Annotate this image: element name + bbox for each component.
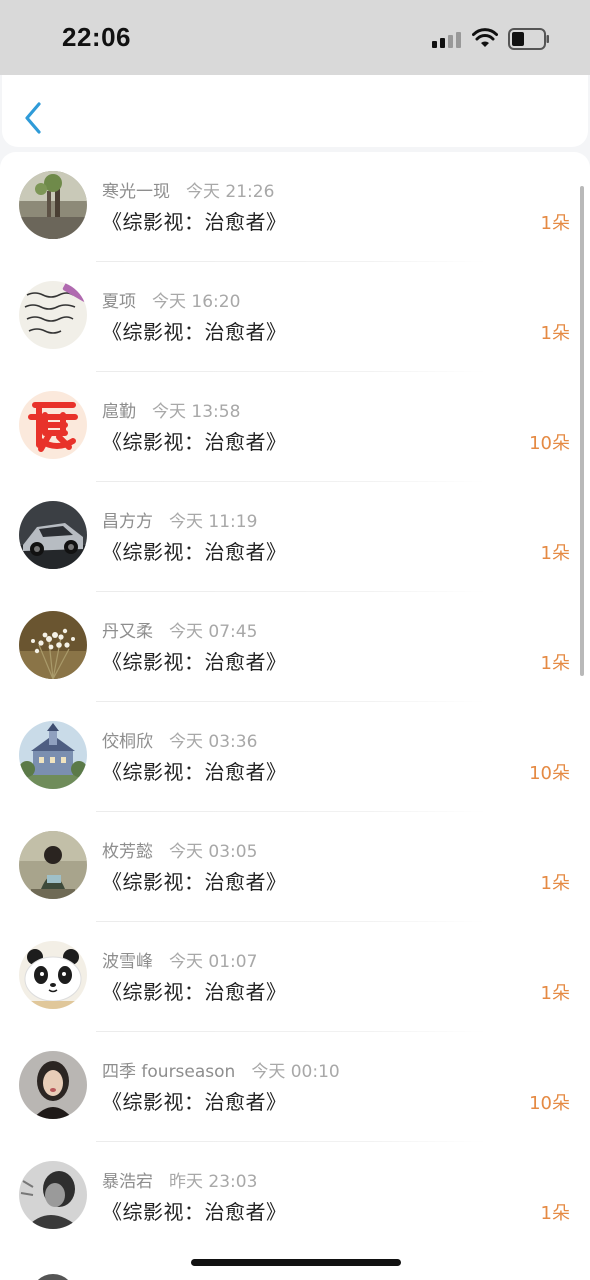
- book-title: 《综影视：治愈者》: [102, 650, 287, 674]
- castle-image: [19, 721, 87, 789]
- list-item[interactable]: 枚芳懿 今天 03:05 《综影视：治愈者》 1朵: [0, 812, 590, 922]
- message-meta: 枚芳懿 今天 03:05: [102, 837, 257, 862]
- list-item[interactable]: 佼桐欣 今天 03:36 《综影视：治愈者》 10朵: [0, 702, 590, 812]
- book-title: 《综影视：治愈者》: [102, 760, 287, 784]
- avatar: [19, 611, 87, 679]
- username: 四季 fourseason: [102, 1062, 236, 1082]
- message-meta: 佼桐欣 今天 03:36: [102, 727, 257, 752]
- message-meta: 夏项 今天 16:20: [102, 287, 240, 312]
- book-title: 《综影视：治愈者》: [102, 430, 287, 454]
- flower-count: 10朵: [529, 433, 570, 454]
- flower-count: 1朵: [540, 873, 570, 894]
- book-title: 《综影视：治愈者》: [102, 1090, 287, 1114]
- book-title: 《综影视：治愈者》: [102, 980, 287, 1004]
- panda-plush-image: [19, 941, 87, 1009]
- woman-portrait-image: [19, 1051, 87, 1119]
- avatar: [19, 1161, 87, 1229]
- username: 丹又柔: [102, 622, 153, 642]
- message-meta: 寒光一现 今天 21:26: [102, 177, 274, 202]
- timestamp: 今天 13:58: [152, 402, 241, 422]
- nav-header: [2, 75, 588, 147]
- list-item[interactable]: 波雪峰 今天 01:07 《综影视：治愈者》 1朵: [0, 922, 590, 1032]
- message-meta: 四季 fourseason 今天 00:10: [102, 1057, 340, 1082]
- avatar: [19, 501, 87, 569]
- timestamp: 今天 07:45: [169, 622, 258, 642]
- timestamp: 昨天 23:03: [169, 1172, 258, 1192]
- username: 波雪峰: [102, 952, 153, 972]
- username: 扈勤: [102, 402, 136, 422]
- bw-portrait-image: [19, 1161, 87, 1229]
- status-time: 22:06: [62, 22, 131, 52]
- book-title: 《综影视：治愈者》: [102, 870, 287, 894]
- message-meta: 昌方方 今天 11:19: [102, 507, 257, 532]
- message-meta: 波雪峰 今天 01:07: [102, 947, 257, 972]
- battery-icon: [508, 28, 549, 50]
- username: 夏项: [102, 292, 136, 312]
- home-indicator[interactable]: [191, 1259, 401, 1266]
- avatar: [19, 831, 87, 899]
- avatar: [31, 1274, 75, 1280]
- book-title: 《综影视：治愈者》: [102, 320, 287, 344]
- timestamp: 今天 03:36: [169, 732, 258, 752]
- username: 寒光一现: [102, 182, 170, 202]
- message-meta: 丹又柔 今天 07:45: [102, 617, 257, 642]
- handwriting-note-image: [19, 281, 87, 349]
- tree-photo-image: [19, 171, 87, 239]
- book-title: 《综影视：治愈者》: [102, 210, 287, 234]
- flower-count: 1朵: [540, 323, 570, 344]
- scrollbar[interactable]: [580, 186, 584, 676]
- list-item[interactable]: 暴浩宕 昨天 23:03 《综影视：治愈者》 1朵: [0, 1142, 590, 1252]
- flower-count: 1朵: [540, 543, 570, 564]
- username: 枚芳懿: [102, 842, 153, 862]
- book-title: 《综影视：治愈者》: [102, 1200, 287, 1224]
- avatar: [19, 1051, 87, 1119]
- flower-count: 1朵: [540, 653, 570, 674]
- username: 佼桐欣: [102, 732, 153, 752]
- flower-count: 1朵: [540, 1203, 570, 1224]
- list-item[interactable]: 丹又柔 今天 07:45 《综影视：治愈者》 1朵: [0, 592, 590, 702]
- wifi-icon: [472, 28, 498, 47]
- list-item[interactable]: 四季 fourseason 今天 00:10 《综影视：治愈者》 10朵: [0, 1032, 590, 1142]
- flower-count: 1朵: [540, 213, 570, 234]
- status-bar: 22:06: [0, 0, 590, 75]
- avatar: [19, 941, 87, 1009]
- list-item[interactable]: 扈勤 今天 13:58 《综影视：治愈者》 10朵: [0, 372, 590, 482]
- book-title: 《综影视：治愈者》: [102, 540, 287, 564]
- sports-car-image: [19, 501, 87, 569]
- white-flowers-image: [19, 611, 87, 679]
- list-item[interactable]: 昌方方 今天 11:19 《综影视：治愈者》 1朵: [0, 482, 590, 592]
- girl-reading-image: [19, 831, 87, 899]
- message-meta: 暴浩宕 昨天 23:03: [102, 1167, 257, 1192]
- flower-count: 1朵: [540, 983, 570, 1004]
- timestamp: 今天 16:20: [152, 292, 241, 312]
- timestamp: 今天 03:05: [169, 842, 258, 862]
- cellular-signal-icon: [432, 32, 461, 48]
- avatar: [19, 391, 87, 459]
- flower-count: 10朵: [529, 1093, 570, 1114]
- avatar: [19, 171, 87, 239]
- gift-list: 寒光一现 今天 21:26 《综影视：治愈者》 1朵 夏项 今天 16:20 《综影…: [0, 152, 590, 1280]
- flower-count: 10朵: [529, 763, 570, 784]
- message-meta: 扈勤 今天 13:58: [102, 397, 240, 422]
- username: 昌方方: [102, 512, 153, 532]
- timestamp: 今天 00:10: [251, 1062, 340, 1082]
- avatar: [19, 721, 87, 789]
- back-chevron-icon[interactable]: [22, 101, 44, 135]
- timestamp: 今天 11:19: [169, 512, 258, 532]
- list-item[interactable]: 夏项 今天 16:20 《综影视：治愈者》 1朵: [0, 262, 590, 372]
- avatar: [19, 281, 87, 349]
- timestamp: 今天 21:26: [186, 182, 275, 202]
- red-character-image: [19, 391, 87, 459]
- list-item[interactable]: 寒光一现 今天 21:26 《综影视：治愈者》 1朵: [0, 152, 590, 262]
- timestamp: 今天 01:07: [169, 952, 258, 972]
- username: 暴浩宕: [102, 1172, 153, 1192]
